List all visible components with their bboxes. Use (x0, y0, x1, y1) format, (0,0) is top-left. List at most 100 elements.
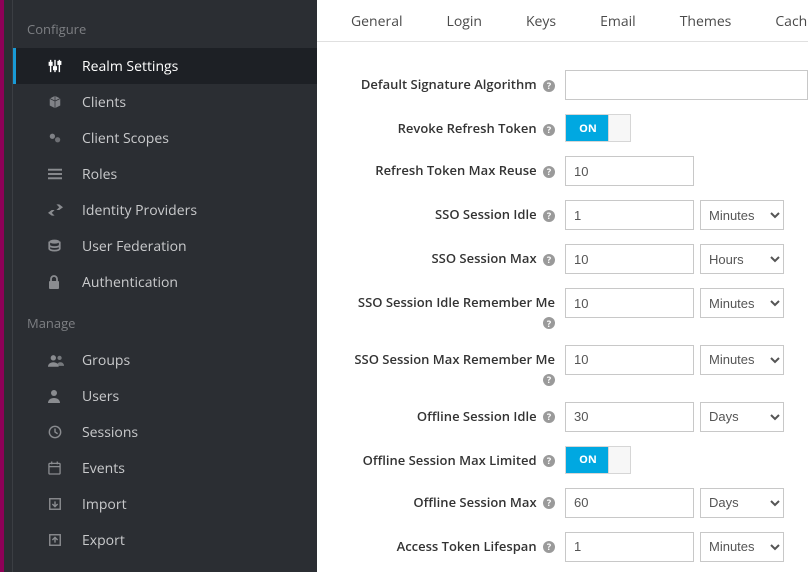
form-label: Offline Session Max ? (317, 488, 565, 511)
form-control: MinutesHoursDays (565, 288, 808, 318)
sidebar-item-label: Roles (82, 165, 317, 184)
toggle-on-label: ON (566, 447, 610, 473)
tab-themes[interactable]: Themes (658, 1, 754, 41)
cube-icon (48, 95, 66, 109)
tab-email[interactable]: Email (578, 1, 658, 41)
import-icon (48, 497, 66, 511)
unit-select[interactable]: MinutesHoursDays (700, 402, 784, 432)
number-input[interactable] (565, 402, 694, 432)
sidebar-item-authentication[interactable]: Authentication (13, 264, 317, 300)
sidebar-item-events[interactable]: Events (13, 450, 317, 486)
sidebar-item-export[interactable]: Export (13, 522, 317, 558)
form-label: Access Token Lifespan ? (317, 532, 565, 555)
unit-select[interactable]: MinutesHoursDays (700, 200, 784, 230)
help-icon[interactable]: ? (543, 80, 555, 92)
sidebar-item-label: Client Scopes (82, 129, 317, 148)
help-icon[interactable]: ? (543, 254, 555, 266)
form-row: SSO Session Max Remember Me ? MinutesHour… (317, 345, 808, 388)
help-icon[interactable]: ? (543, 124, 555, 136)
help-icon[interactable]: ? (543, 374, 555, 386)
tab-general[interactable]: General (329, 1, 425, 41)
clock-icon (48, 425, 66, 439)
unit-select[interactable]: MinutesHoursDays (700, 488, 784, 518)
form-control: MinutesHoursDays (565, 402, 808, 432)
form-control: ON (565, 114, 808, 142)
form-row: SSO Session Idle ? MinutesHoursDays (317, 200, 808, 230)
number-input[interactable] (565, 156, 694, 186)
tabs: GeneralLoginKeysEmailThemesCache (317, 0, 808, 42)
help-icon[interactable]: ? (543, 455, 555, 467)
sidebar-item-realm-settings[interactable]: Realm Settings (13, 48, 317, 84)
tab-cache[interactable]: Cache (753, 1, 808, 41)
toggle-knob (608, 115, 630, 141)
form-label: Revoke Refresh Token ? (317, 114, 565, 137)
number-input[interactable] (565, 200, 694, 230)
tab-keys[interactable]: Keys (504, 1, 578, 41)
sidebar-item-clients[interactable]: Clients (13, 84, 317, 120)
form-label: SSO Session Idle ? (317, 200, 565, 223)
form-label: SSO Session Max Remember Me ? (317, 345, 565, 388)
toggle-knob (608, 447, 630, 473)
form-row: Refresh Token Max Reuse ? (317, 156, 808, 186)
form-label: Default Signature Algorithm ? (317, 70, 565, 93)
number-input[interactable] (565, 345, 694, 375)
sidebar-item-label: Realm Settings (82, 57, 317, 76)
sidebar-section-heading: Manage (13, 300, 317, 342)
unit-select[interactable]: MinutesHoursDays (700, 532, 784, 562)
unit-select[interactable]: MinutesHoursDays (700, 345, 784, 375)
text-input[interactable] (565, 70, 808, 100)
sidebar-item-groups[interactable]: Groups (13, 342, 317, 378)
users-icon (48, 354, 66, 367)
number-input[interactable] (565, 244, 694, 274)
sidebar-item-label: User Federation (82, 237, 317, 256)
help-icon[interactable]: ? (543, 411, 555, 423)
sidebar-item-user-federation[interactable]: User Federation (13, 228, 317, 264)
sidebar-item-users[interactable]: Users (13, 378, 317, 414)
help-icon[interactable]: ? (543, 210, 555, 222)
main-content: GeneralLoginKeysEmailThemesCache Default… (317, 0, 808, 572)
form-label: SSO Session Max ? (317, 244, 565, 267)
form-label-text: SSO Session Idle Remember Me (358, 293, 555, 311)
form-label-text: Offline Session Idle (417, 407, 537, 425)
toggle-switch[interactable]: ON (565, 114, 631, 142)
form-area: Default Signature Algorithm ?Revoke Refr… (317, 42, 808, 562)
form-control: ON (565, 446, 808, 474)
form-label-text: Offline Session Max (413, 493, 536, 511)
sidebar-item-sessions[interactable]: Sessions (13, 414, 317, 450)
tab-login[interactable]: Login (425, 1, 504, 41)
sidebar-item-client-scopes[interactable]: Client Scopes (13, 120, 317, 156)
exchange-icon (48, 204, 66, 216)
form-row: SSO Session Max ? MinutesHoursDays (317, 244, 808, 274)
number-input[interactable] (565, 532, 694, 562)
database-icon (48, 239, 66, 253)
unit-select[interactable]: MinutesHoursDays (700, 244, 784, 274)
form-row: Access Token Lifespan ? MinutesHoursDays (317, 532, 808, 562)
user-icon (48, 389, 66, 403)
form-row: Offline Session Max ? MinutesHoursDays (317, 488, 808, 518)
sidebar-item-label: Identity Providers (82, 201, 317, 220)
unit-select[interactable]: MinutesHoursDays (700, 288, 784, 318)
sidebar-item-label: Export (82, 531, 317, 550)
sidebar-item-roles[interactable]: Roles (13, 156, 317, 192)
help-icon[interactable]: ? (543, 166, 555, 178)
sidebar-item-identity-providers[interactable]: Identity Providers (13, 192, 317, 228)
sidebar: Configure Realm Settings Clients Client … (0, 0, 317, 572)
form-label-text: Default Signature Algorithm (361, 75, 537, 93)
sidebar-section-heading: Configure (13, 6, 317, 48)
form-row: Offline Session Idle ? MinutesHoursDays (317, 402, 808, 432)
sidebar-item-import[interactable]: Import (13, 486, 317, 522)
sidebar-item-label: Sessions (82, 423, 317, 442)
help-icon[interactable]: ? (543, 317, 555, 329)
scopes-icon (48, 131, 66, 145)
number-input[interactable] (565, 488, 694, 518)
form-row: Revoke Refresh Token ?ON (317, 114, 808, 142)
help-icon[interactable]: ? (543, 541, 555, 553)
form-row: Offline Session Max Limited ?ON (317, 446, 808, 474)
number-input[interactable] (565, 288, 694, 318)
form-label-text: Refresh Token Max Reuse (375, 161, 536, 179)
form-label: Refresh Token Max Reuse ? (317, 156, 565, 179)
help-icon[interactable]: ? (543, 497, 555, 509)
toggle-switch[interactable]: ON (565, 446, 631, 474)
export-icon (48, 533, 66, 547)
sliders-icon (48, 59, 66, 73)
